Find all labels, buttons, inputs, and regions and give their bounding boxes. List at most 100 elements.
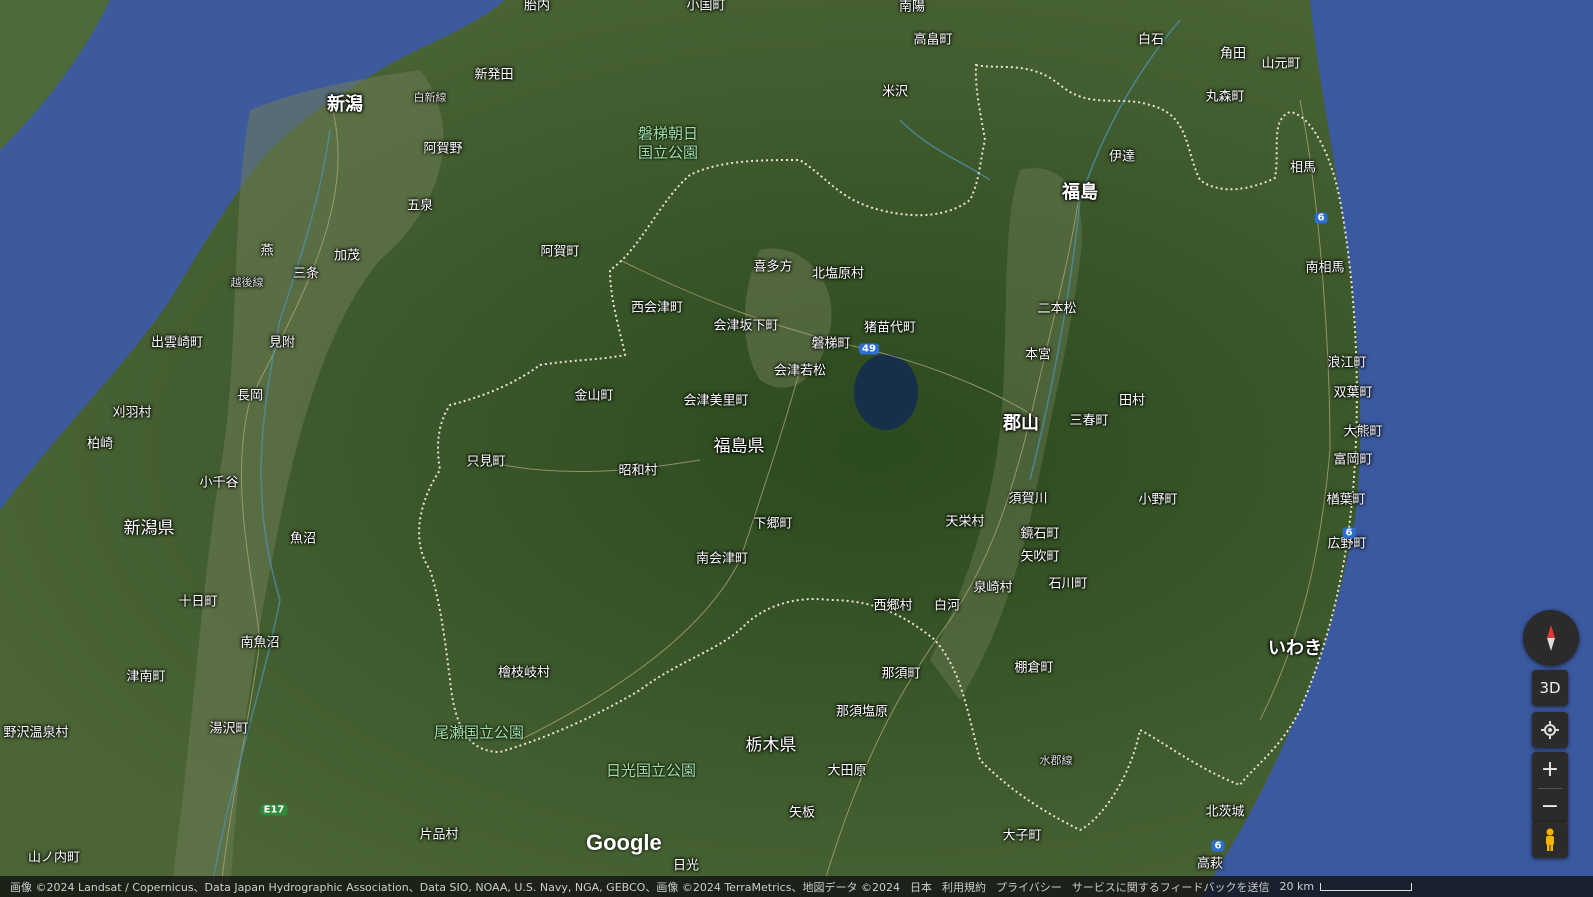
- place-label[interactable]: 浪江町: [1327, 352, 1366, 371]
- place-label[interactable]: 南会津町: [696, 548, 748, 567]
- place-label[interactable]: 高畠町: [913, 29, 952, 48]
- place-label[interactable]: 小野町: [1138, 489, 1177, 508]
- place-label[interactable]: 西会津町: [631, 297, 683, 316]
- place-label[interactable]: 阿賀野: [423, 138, 462, 157]
- zoom-in-button[interactable]: +: [1532, 752, 1568, 788]
- place-label[interactable]: 南魚沼: [240, 632, 279, 651]
- place-label[interactable]: 白新線: [414, 89, 447, 105]
- place-label[interactable]: 栃木県: [746, 731, 797, 756]
- place-label[interactable]: 本宮: [1025, 344, 1051, 363]
- place-label[interactable]: 新潟県: [124, 514, 175, 539]
- place-label[interactable]: 新発田: [474, 64, 513, 83]
- satellite-map[interactable]: 新潟 新発田白新線阿賀野五泉燕 加茂 三条越後線出雲崎町 見附長岡刈羽村柏崎小千谷新潟県…: [0, 0, 1593, 897]
- place-label[interactable]: 双葉町: [1333, 382, 1372, 401]
- place-label[interactable]: 小国町: [686, 0, 725, 14]
- place-label[interactable]: 昭和村: [618, 460, 657, 479]
- place-label[interactable]: 白河: [934, 595, 960, 614]
- place-label[interactable]: 三条: [293, 263, 319, 282]
- place-label[interactable]: 刈羽村: [112, 402, 151, 421]
- place-label[interactable]: 阿賀町: [540, 241, 579, 260]
- place-label[interactable]: 磐梯町: [811, 333, 850, 352]
- place-label[interactable]: 北茨城: [1205, 801, 1244, 820]
- place-label[interactable]: 会津若松: [774, 360, 826, 379]
- place-label[interactable]: 喜多方: [753, 256, 792, 275]
- my-location-button[interactable]: [1532, 712, 1568, 748]
- place-label[interactable]: 天栄村: [945, 511, 984, 530]
- privacy-link[interactable]: プライバシー: [996, 879, 1062, 895]
- place-label[interactable]: 相馬: [1290, 157, 1316, 176]
- place-label[interactable]: 伊達: [1109, 146, 1135, 165]
- place-label[interactable]: 水郡線: [1040, 752, 1073, 768]
- place-label[interactable]: 日光: [673, 855, 699, 874]
- place-label[interactable]: 石川町: [1048, 573, 1087, 592]
- country-link[interactable]: 日本: [910, 879, 932, 895]
- place-label[interactable]: 棚倉町: [1014, 657, 1053, 676]
- place-label[interactable]: 会津美里町: [683, 390, 748, 409]
- place-label[interactable]: 片品村: [419, 824, 458, 843]
- terms-link[interactable]: 利用規約: [942, 879, 986, 895]
- place-label[interactable]: 尾瀬国立公園: [434, 722, 524, 743]
- place-label[interactable]: 柏崎: [87, 433, 113, 452]
- place-label[interactable]: 見附: [269, 332, 295, 351]
- place-label[interactable]: 磐梯朝日: [638, 123, 698, 144]
- place-label[interactable]: 須賀川: [1008, 488, 1047, 507]
- place-label[interactable]: 富岡町: [1333, 449, 1372, 468]
- place-label[interactable]: 胎内: [524, 0, 550, 14]
- place-label[interactable]: 田村: [1119, 390, 1145, 409]
- place-label[interactable]: 会津坂下町: [713, 315, 778, 334]
- place-label[interactable]: 福島県: [714, 432, 765, 457]
- place-label[interactable]: 只見町: [466, 451, 505, 470]
- scale-indicator[interactable]: 20 km: [1280, 880, 1413, 893]
- place-label[interactable]: 燕: [260, 240, 273, 259]
- place-label[interactable]: 鏡石町: [1020, 523, 1059, 542]
- place-label[interactable]: 楢葉町: [1326, 489, 1365, 508]
- place-label[interactable]: 下郷町: [753, 513, 792, 532]
- place-label[interactable]: 高萩: [1197, 853, 1223, 872]
- place-label[interactable]: いわき: [1268, 634, 1322, 660]
- place-label[interactable]: 津南町: [126, 666, 165, 685]
- place-label[interactable]: 十日町: [178, 591, 217, 610]
- place-label[interactable]: 山ノ内町: [28, 847, 80, 866]
- place-label[interactable]: 郡山: [1003, 409, 1039, 435]
- place-label[interactable]: 北塩原村: [812, 263, 864, 282]
- place-label[interactable]: 米沢: [882, 81, 908, 100]
- place-label[interactable]: 檜枝岐村: [498, 662, 550, 681]
- place-label[interactable]: 小千谷: [199, 472, 238, 491]
- place-label[interactable]: 角田: [1220, 43, 1246, 62]
- place-label[interactable]: 矢吹町: [1020, 546, 1059, 565]
- place-label[interactable]: 南陽: [899, 0, 925, 15]
- place-label[interactable]: 矢板: [789, 802, 815, 821]
- place-label[interactable]: 山元町: [1261, 53, 1300, 72]
- place-label[interactable]: 湯沢町: [209, 718, 248, 737]
- street-view-pegman[interactable]: [1532, 822, 1568, 858]
- place-label[interactable]: 金山町: [574, 385, 613, 404]
- place-label[interactable]: 五泉: [407, 195, 433, 214]
- place-label[interactable]: 国立公園: [638, 142, 698, 163]
- place-label[interactable]: 大子町: [1002, 825, 1041, 844]
- place-label[interactable]: 日光国立公園: [606, 760, 696, 781]
- place-label[interactable]: 出雲崎町: [151, 332, 203, 351]
- place-label[interactable]: 越後線: [231, 274, 264, 290]
- place-label[interactable]: 西郷村: [873, 595, 912, 614]
- place-label[interactable]: 丸森町: [1205, 86, 1244, 105]
- 3d-toggle-button[interactable]: 3D: [1532, 670, 1568, 706]
- feedback-link[interactable]: サービスに関するフィードバックを送信: [1072, 879, 1270, 895]
- place-label[interactable]: 那須塩原: [836, 701, 888, 720]
- place-label[interactable]: 泉崎村: [973, 577, 1012, 596]
- place-label[interactable]: 大熊町: [1343, 421, 1382, 440]
- place-label[interactable]: 大田原: [827, 760, 866, 779]
- place-label[interactable]: 猪苗代町: [864, 317, 916, 336]
- place-label[interactable]: 加茂: [334, 245, 360, 264]
- place-label[interactable]: 新潟: [327, 90, 363, 116]
- place-label[interactable]: 南相馬: [1305, 257, 1344, 276]
- place-label[interactable]: 那須町: [881, 663, 920, 682]
- zoom-out-button[interactable]: −: [1532, 788, 1568, 824]
- compass-button[interactable]: [1523, 610, 1579, 666]
- place-label[interactable]: 二本松: [1037, 298, 1076, 317]
- place-label[interactable]: 三春町: [1069, 410, 1108, 429]
- place-label[interactable]: 福島: [1062, 178, 1098, 204]
- place-label[interactable]: 魚沼: [290, 528, 316, 547]
- place-label[interactable]: 長岡: [237, 385, 263, 404]
- place-label[interactable]: 野沢温泉村: [3, 722, 68, 741]
- place-label[interactable]: 白石: [1138, 29, 1164, 48]
